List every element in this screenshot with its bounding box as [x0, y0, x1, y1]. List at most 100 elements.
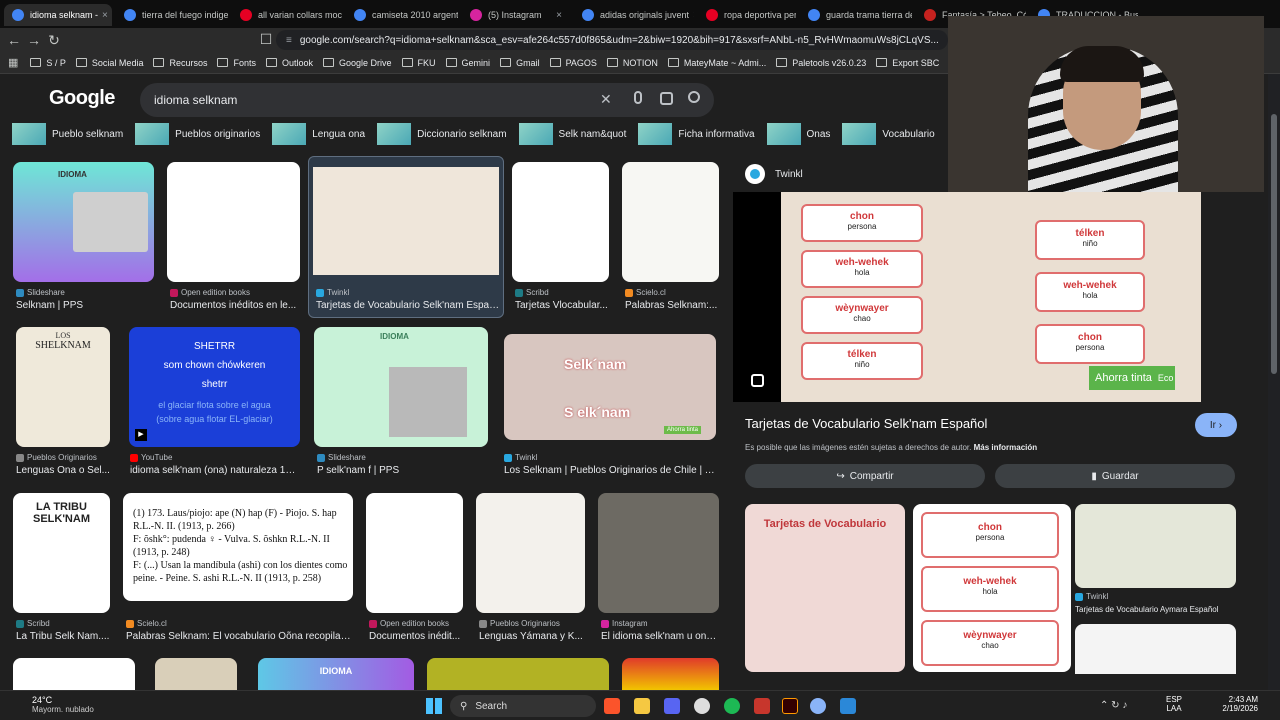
address-bar[interactable]: ≡ google.com/search?q=idioma+selknam&sca… [276, 30, 948, 50]
tab-2[interactable]: all varian collars mock× [232, 4, 342, 26]
search-input[interactable]: idioma selknam [154, 93, 237, 107]
result-title[interactable]: Tarjetas Vlocabular... [515, 300, 609, 311]
result-thumb-scielo[interactable] [622, 162, 719, 282]
github-icon[interactable] [694, 698, 710, 714]
result-thumb-twinkl-banner[interactable]: Selk´nam S elk´nam Ahorra tinta [504, 334, 716, 440]
bookmark-1[interactable]: Social Media [75, 58, 143, 68]
result-thumb-latribu[interactable]: LA TRIBU SELK'NAM [13, 493, 110, 613]
bookmark-9[interactable]: PAGOS [549, 58, 597, 68]
bookmark-11[interactable]: MateyMate ~ Admi... [667, 58, 766, 68]
result-thumb-scribd[interactable] [512, 162, 609, 282]
settings-icon[interactable] [810, 698, 826, 714]
lens-scan-icon[interactable] [751, 374, 764, 387]
tab-4[interactable]: (5) Instagram × [462, 4, 570, 26]
tab-5[interactable]: adidas originals juvent× [574, 4, 694, 26]
tab-3[interactable]: camiseta 2010 argenti× [346, 4, 458, 26]
bookmark-13[interactable]: Export SBC [876, 58, 939, 68]
result-thumb-row4-3[interactable]: IDIOMA [258, 658, 414, 690]
visit-button[interactable]: Ir › [1195, 413, 1237, 437]
bookmark-12[interactable]: Paletools v26.0.23 [776, 58, 866, 68]
chip-3[interactable]: Diccionario selknam [377, 123, 507, 145]
google-logo[interactable]: Google [49, 87, 115, 110]
more-info-link[interactable]: Más información [974, 443, 1038, 452]
tab-close-icon[interactable]: × [98, 10, 108, 21]
taskbar-search[interactable]: ⚲ Search [450, 695, 596, 717]
result-source[interactable]: Slideshare [16, 288, 65, 297]
chip-4[interactable]: Selk nam&quot [518, 123, 626, 145]
site-info-icon[interactable]: ≡ [286, 35, 292, 46]
chip-7[interactable]: Vocabulario [842, 123, 935, 145]
file-explorer-icon[interactable] [634, 698, 650, 714]
result-thumb-doc[interactable] [167, 162, 300, 282]
result-source[interactable]: Twinkl [316, 288, 349, 297]
result-thumb-row4-5[interactable] [622, 658, 719, 690]
result-title[interactable]: P selk'nam f | PPS [317, 465, 487, 476]
result-title[interactable]: El idioma selk'nam u ona... [601, 631, 719, 642]
tab-1[interactable]: tierra del fuego indige× [116, 4, 228, 26]
bookmark-10[interactable]: NOTION [606, 58, 658, 68]
result-title[interactable]: Documentos inédit... [369, 631, 463, 642]
tab-6[interactable]: ropa deportiva person× [698, 4, 796, 26]
result-thumb-row4-4[interactable] [427, 658, 609, 690]
result-title[interactable]: Lenguas Ona o Sel... [16, 465, 110, 476]
result-thumb-idioma[interactable]: IDIOMA [13, 162, 154, 282]
bookmark-3[interactable]: Fonts [217, 58, 256, 68]
app2-icon[interactable] [840, 698, 856, 714]
result-title[interactable]: Tarjetas de Vocabulario Selk'nam Español [316, 300, 502, 311]
result-source[interactable]: YouTube [130, 453, 172, 462]
result-thumb-shelknam[interactable]: LOS SHELKNAM [16, 327, 110, 447]
bookmark-0[interactable]: S / P [30, 58, 66, 68]
result-source[interactable]: Open edition books [369, 619, 449, 628]
scrollbar[interactable] [1268, 74, 1280, 690]
result-source[interactable]: Scribd [16, 619, 50, 628]
bookmark-8[interactable]: Gmail [500, 58, 540, 68]
result-title[interactable]: La Tribu Selk Nam.... [16, 631, 110, 642]
weather-widget[interactable]: 24°C Mayorm. nublado [32, 695, 94, 714]
result-thumb-instagram[interactable] [598, 493, 719, 613]
result-source[interactable]: Scielo.cl [126, 619, 167, 628]
discord-icon[interactable] [664, 698, 680, 714]
result-source[interactable]: Scribd [515, 288, 549, 297]
result-source[interactable]: Pueblos Originarios [16, 453, 97, 462]
chip-6[interactable]: Onas [766, 123, 830, 145]
bookmark-5[interactable]: Google Drive [323, 58, 392, 68]
result-title[interactable]: Documentos inéditos en le... [170, 300, 300, 311]
result-source[interactable]: Open edition books [170, 288, 250, 297]
panel-source[interactable]: Twinkl [775, 169, 803, 180]
result-title[interactable]: Los Selknam | Pueblos Originarios de Chi… [504, 465, 716, 476]
bookmark-2[interactable]: Recursos [153, 58, 207, 68]
language-indicator[interactable]: ESP LAA [1166, 695, 1182, 713]
apps-grid-icon[interactable]: ▦ [8, 56, 18, 69]
panel-title[interactable]: Tarjetas de Vocabulario Selk'nam Español [745, 416, 987, 431]
brave-icon[interactable] [604, 698, 620, 714]
tray-icons[interactable]: ⌃ ↻ ♪ [1100, 700, 1127, 711]
back-icon[interactable]: ← [4, 32, 24, 48]
result-source[interactable]: Pueblos Originarios [479, 619, 560, 628]
result-source[interactable]: Scielo.cl [625, 288, 666, 297]
related-4[interactable] [1075, 624, 1236, 674]
chip-0[interactable]: Pueblo selknam [12, 123, 123, 145]
result-title[interactable]: Selknam | PPS [16, 300, 154, 311]
preview-image[interactable]: chon persona weh-wehek hola wèynwayer chao tél… [733, 192, 1201, 402]
chip-1[interactable]: Pueblos originarios [135, 123, 260, 145]
result-title[interactable]: Lenguas Yámana y K... [479, 631, 585, 642]
result-thumb-youtube[interactable]: SHETRR som chown chówkeren shetrr el gla… [129, 327, 300, 447]
result-source[interactable]: Slideshare [317, 453, 366, 462]
illustrator-icon[interactable] [782, 698, 798, 714]
search-box[interactable]: idioma selknam ✕ [140, 83, 714, 117]
result-thumb-doc2[interactable] [366, 493, 463, 613]
result-thumb-pselknam[interactable]: IDIOMA [314, 327, 488, 447]
save-button[interactable]: ▮ Guardar [995, 464, 1235, 488]
result-thumb-row4-1[interactable] [13, 658, 135, 690]
related-1[interactable]: Tarjetas de Vocabulario [745, 504, 905, 672]
bookmark-star-icon[interactable]: ☐ [256, 31, 276, 48]
bookmark-6[interactable]: FKU [401, 58, 436, 68]
search-icon[interactable] [688, 91, 700, 103]
result-title[interactable]: Palabras Selknam: El vocabulario Õõna re… [126, 631, 354, 642]
clear-icon[interactable]: ✕ [600, 91, 612, 108]
windows-start-icon[interactable] [426, 698, 442, 714]
chip-5[interactable]: Ficha informativa [638, 123, 755, 145]
related-3[interactable] [1075, 504, 1236, 588]
related-2[interactable]: chon persona weh-wehek hola wèynwayer chao [913, 504, 1071, 672]
forward-icon[interactable]: → [24, 32, 44, 48]
